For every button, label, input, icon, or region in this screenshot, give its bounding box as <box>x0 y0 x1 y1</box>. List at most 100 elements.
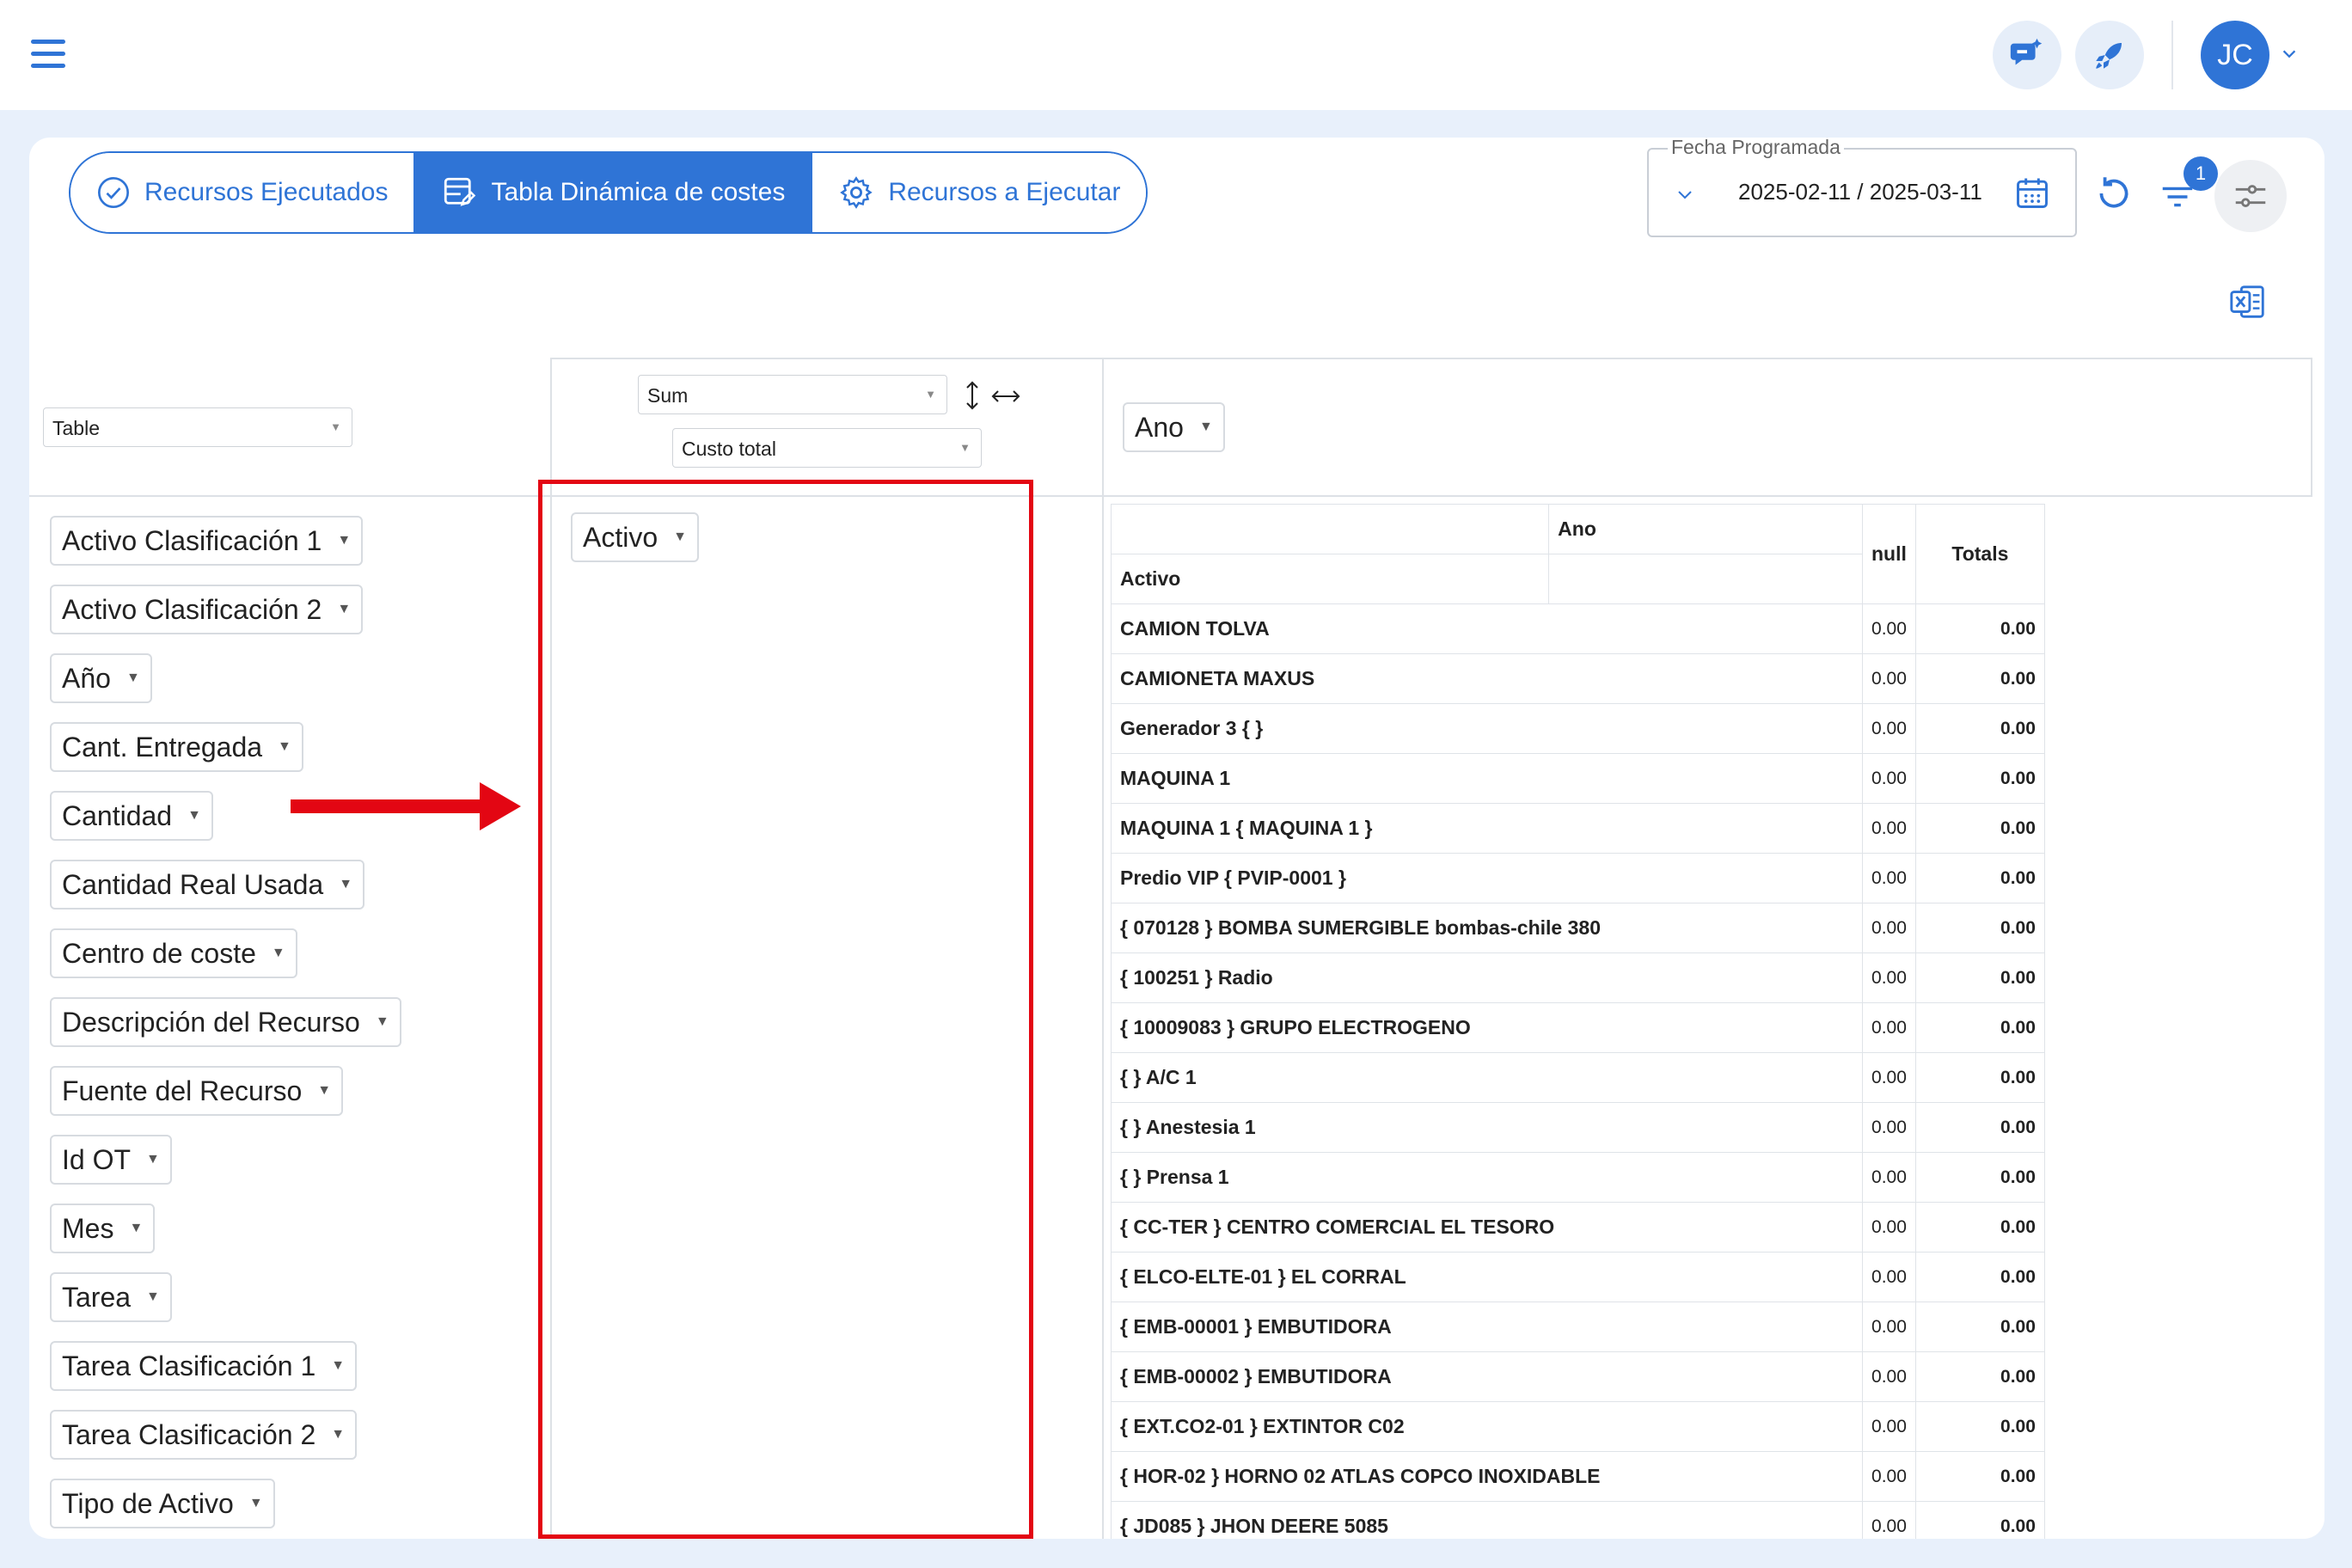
calendar-icon[interactable] <box>2013 174 2051 211</box>
row-total: 0.00 <box>1914 952 2045 1003</box>
row-total: 0.00 <box>1914 1052 2045 1103</box>
cell-value: 0.00 <box>1862 952 1916 1003</box>
menu-icon[interactable] <box>31 40 65 69</box>
tab-recursos-a-ejecutar[interactable]: Recursos a Ejecutar <box>811 153 1147 232</box>
row-total: 0.00 <box>1914 1351 2045 1402</box>
pivot-divider <box>2311 358 2312 497</box>
dropdown-arrow-icon: ▼ <box>331 1358 346 1373</box>
field-chip[interactable]: Centro de coste ▼ <box>50 928 297 978</box>
date-range-legend: Fecha Programada <box>1668 138 1844 159</box>
pivot-divider <box>1102 358 1104 1539</box>
row-label: { EMB-00001 } EMBUTIDORA <box>1111 1302 1863 1352</box>
field-chip[interactable]: Cantidad Real Usada ▼ <box>50 860 365 910</box>
field-chip[interactable]: Activo Clasificación 2 ▼ <box>50 585 364 634</box>
cell-value: 0.00 <box>1862 703 1916 754</box>
row-total: 0.00 <box>1914 1302 2045 1352</box>
table-row: Predio VIP { PVIP-0001 } 0.00 0.00 <box>1111 853 2045 903</box>
row-total: 0.00 <box>1914 1102 2045 1153</box>
field-chip[interactable]: Mes ▼ <box>50 1204 156 1253</box>
dropdown-arrow-icon: ▼ <box>248 1496 263 1510</box>
filter-count-badge: 1 <box>2184 156 2218 191</box>
cell-value: 0.00 <box>1862 1202 1916 1253</box>
tab-recursos-ejecutados[interactable]: Recursos Ejecutados <box>70 153 414 232</box>
date-range-field[interactable]: Fecha Programada 2025-02-11 / 2025-03-11 <box>1647 138 2077 237</box>
cell-value: 0.00 <box>1862 803 1916 854</box>
table-row: { } A/C 1 0.00 0.00 <box>1111 1052 2045 1103</box>
renderer-value: Table <box>52 417 100 439</box>
row-label: { EXT.CO2-01 } EXTINTOR C02 <box>1111 1401 1863 1452</box>
corner-cell <box>1110 504 1549 554</box>
dropdown-arrow-icon: ▼ <box>317 1083 332 1098</box>
field-chip[interactable]: Cantidad ▼ <box>50 791 213 841</box>
row-total: 0.00 <box>1914 653 2045 704</box>
chat-sparkle-button[interactable] <box>1993 21 2061 89</box>
header-divider <box>2171 21 2173 89</box>
cell-value: 0.00 <box>1862 1152 1916 1203</box>
excel-export-icon[interactable] <box>2228 282 2268 322</box>
field-chip[interactable]: Fuente del Recurso ▼ <box>50 1066 344 1116</box>
settings-sliders-button[interactable] <box>2214 160 2287 232</box>
field-chip[interactable]: Cant. Entregada ▼ <box>50 722 303 772</box>
chevron-down-icon[interactable] <box>2280 45 2299 64</box>
chip-label: Tipo de Activo <box>62 1487 234 1519</box>
avatar[interactable]: JC <box>2201 21 2269 89</box>
tab-tabla-dinamica[interactable]: Tabla Dinámica de costes <box>413 153 812 232</box>
dropdown-arrow-icon: ▼ <box>331 1427 346 1442</box>
table-row: { 10009083 } GRUPO ELECTROGENO 0.00 0.00 <box>1111 1002 2045 1053</box>
table-edit-icon <box>444 177 476 206</box>
field-chip[interactable]: Año ▼ <box>50 653 152 703</box>
cell-value: 0.00 <box>1862 1252 1916 1302</box>
row-label: { 070128 } BOMBA SUMERGIBLE bombas-chile… <box>1111 903 1863 953</box>
row-label: { } A/C 1 <box>1111 1052 1863 1103</box>
row-total: 0.00 <box>1914 1451 2045 1502</box>
refresh-icon[interactable] <box>2092 172 2135 215</box>
row-total: 0.00 <box>1914 703 2045 754</box>
column-attr-chip[interactable]: Ano ▼ <box>1123 402 1225 452</box>
pivot-divider <box>29 495 2312 497</box>
rocket-button[interactable] <box>2075 21 2144 89</box>
field-chip[interactable]: Tarea Clasificación 1 ▼ <box>50 1341 358 1391</box>
dropdown-arrow-icon: ▼ <box>126 671 140 685</box>
sort-horizontal-icon[interactable] <box>990 387 1021 406</box>
dropdown-arrow-icon: ▼ <box>278 739 291 754</box>
row-label: { JD085 } JHON DEERE 5085 <box>1111 1501 1863 1539</box>
chip-label: Id OT <box>62 1143 132 1175</box>
row-total: 0.00 <box>1914 1252 2045 1302</box>
renderer-select[interactable]: Table ▼ <box>43 407 352 447</box>
aggregator-select[interactable]: Sum ▼ <box>638 375 947 414</box>
row-label: { ELCO-ELTE-01 } EL CORRAL <box>1111 1252 1863 1302</box>
field-chip[interactable]: Tarea Clasificación 2 ▼ <box>50 1410 358 1460</box>
row-label: MAQUINA 1 { MAQUINA 1 } <box>1111 803 1863 854</box>
pivot-divider <box>550 358 2312 359</box>
chip-label: Centro de coste <box>62 937 256 969</box>
field-chip[interactable]: Activo Clasificación 1 ▼ <box>50 516 364 566</box>
table-row: { JD085 } JHON DEERE 5085 0.00 0.00 <box>1111 1501 2045 1539</box>
field-chip[interactable]: Tipo de Activo ▼ <box>50 1479 275 1528</box>
value-field-select[interactable]: Custo total ▼ <box>672 428 982 468</box>
col-attr-header: Ano <box>1548 504 1863 554</box>
row-total: 0.00 <box>1914 803 2045 854</box>
pivot-table: Ano null Totals Activo CAMION TOLVA 0.00 0… <box>1110 504 2045 1539</box>
sort-vertical-icon[interactable] <box>963 380 982 411</box>
dropdown-arrow-icon: ▼ <box>375 1014 389 1029</box>
sliders-icon <box>2235 185 2266 207</box>
field-chip[interactable]: Tarea ▼ <box>50 1272 172 1322</box>
row-label: { CC-TER } CENTRO COMERCIAL EL TESORO <box>1111 1202 1863 1253</box>
table-row: { 070128 } BOMBA SUMERGIBLE bombas-chile… <box>1111 903 2045 953</box>
value-field-value: Custo total <box>682 438 776 460</box>
field-chip[interactable]: Descripción del Recurso ▼ <box>50 997 401 1047</box>
row-total: 0.00 <box>1914 853 2045 903</box>
dropdown-arrow-icon: ▼ <box>959 441 971 454</box>
chip-label: Fuente del Recurso <box>62 1075 303 1106</box>
chip-label: Ano <box>1135 411 1184 443</box>
dropdown-arrow-icon: ▼ <box>337 602 352 616</box>
rocket-icon <box>2096 43 2122 69</box>
dropdown-arrow-icon: ▼ <box>337 533 352 548</box>
dropdown-arrow-icon: ▼ <box>129 1221 144 1235</box>
chip-label: Tarea <box>62 1281 132 1313</box>
table-row: { ELCO-ELTE-01 } EL CORRAL 0.00 0.00 <box>1111 1252 2045 1302</box>
field-chip[interactable]: Id OT ▼ <box>50 1135 172 1185</box>
aggregator-value: Sum <box>647 384 689 407</box>
chevron-down-icon[interactable] <box>1675 184 1695 205</box>
chat-sparkle-icon <box>2010 38 2043 65</box>
